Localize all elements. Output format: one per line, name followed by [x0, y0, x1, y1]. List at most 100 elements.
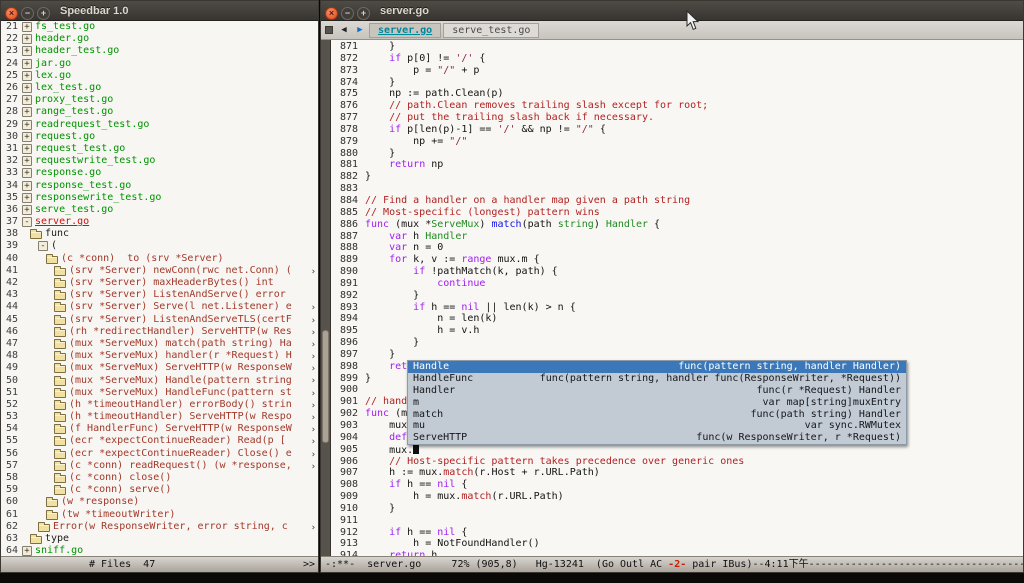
speedbar-label[interactable]: request_test.go — [35, 143, 125, 155]
completion-item[interactable]: mvar map[string]muxEntry — [408, 397, 906, 409]
code-line[interactable]: 874 } — [332, 77, 1023, 89]
expand-icon[interactable]: + — [22, 144, 32, 154]
expand-icon[interactable]: + — [22, 71, 32, 81]
code-line[interactable]: 876 // path.Clean removes trailing slash… — [332, 100, 1023, 112]
code-line[interactable]: 910 } — [332, 503, 1023, 515]
speedbar-label[interactable]: (ecr *expectContinueReader) Read(p [ — [69, 435, 286, 447]
speedbar-label[interactable]: (srv *Server) newConn(rwc net.Conn) ( — [69, 265, 292, 277]
speedbar-row[interactable]: 32+requestwrite_test.go — [1, 155, 318, 167]
folder-icon[interactable] — [54, 414, 66, 422]
speedbar-row[interactable]: 33+response.go — [1, 167, 318, 179]
expand-icon[interactable]: + — [22, 34, 32, 44]
folder-icon[interactable] — [54, 304, 66, 312]
speedbar-row[interactable]: 37-server.go — [1, 216, 318, 228]
speedbar-row[interactable]: 25+lex.go — [1, 70, 318, 82]
folder-icon[interactable] — [54, 365, 66, 373]
speedbar-titlebar[interactable]: ×−+ Speedbar 1.0 — [1, 1, 318, 21]
speedbar-label[interactable]: (mux *ServeMux) HandleFunc(pattern st — [69, 387, 292, 399]
speedbar-row[interactable]: 64+sniff.go — [1, 545, 318, 556]
code-line[interactable]: 891 continue — [332, 278, 1023, 290]
speedbar-row[interactable]: 48(mux *ServeMux) handler(r *Request) H› — [1, 350, 318, 362]
expand-icon[interactable]: + — [22, 156, 32, 166]
folder-icon[interactable] — [54, 353, 66, 361]
speedbar-row[interactable]: 54(f HandlerFunc) ServeHTTP(w ResponseW› — [1, 423, 318, 435]
speedbar-label[interactable]: (h *timeoutHandler) errorBody() strin — [69, 399, 292, 411]
code-line[interactable]: 873 p = "/" + p — [332, 65, 1023, 77]
speedbar-label[interactable]: (mux *ServeMux) ServeHTTP(w ResponseW — [69, 362, 292, 374]
tab-forward-icon[interactable]: ▶ — [353, 23, 367, 37]
speedbar-row[interactable]: 60(w *response) — [1, 496, 318, 508]
speedbar-label[interactable]: responsewrite_test.go — [35, 192, 161, 204]
folder-icon[interactable] — [46, 256, 58, 264]
minimize-button[interactable]: − — [21, 7, 34, 20]
code-line[interactable]: 905 mux. — [332, 444, 1023, 456]
speedbar-row[interactable]: 38func — [1, 228, 318, 240]
speedbar-label[interactable]: jar.go — [35, 58, 71, 70]
expand-icon[interactable]: + — [22, 132, 32, 142]
speedbar-label[interactable]: (ecr *expectContinueReader) Close() e — [69, 448, 292, 460]
speedbar-label[interactable]: (mux *ServeMux) handler(r *Request) H — [69, 350, 292, 362]
speedbar-label[interactable]: (mux *ServeMux) Handle(pattern string — [69, 375, 292, 387]
close-button[interactable]: × — [5, 7, 18, 20]
speedbar-row[interactable]: 46(rh *redirectHandler) ServeHTTP(w Res› — [1, 326, 318, 338]
code-line[interactable]: 885// Most-specific (longest) pattern wi… — [332, 207, 1023, 219]
speedbar-label[interactable]: ( — [51, 240, 57, 252]
speedbar-row[interactable]: 22+header.go — [1, 33, 318, 45]
speedbar-row[interactable]: 23+header_test.go — [1, 45, 318, 57]
expand-icon[interactable]: + — [22, 546, 32, 556]
collapse-icon[interactable]: - — [22, 217, 32, 227]
expand-icon[interactable]: + — [22, 205, 32, 215]
speedbar-row[interactable]: 50(mux *ServeMux) Handle(pattern string› — [1, 374, 318, 386]
completion-item[interactable]: ServeHTTPfunc(w ResponseWriter, r *Reque… — [408, 432, 906, 444]
expand-icon[interactable]: + — [22, 181, 32, 191]
speedbar-label[interactable]: (srv *Server) Serve(l net.Listener) e — [69, 301, 292, 313]
speedbar-label[interactable]: func — [45, 228, 69, 240]
speedbar-row[interactable]: 56(ecr *expectContinueReader) Close() e› — [1, 448, 318, 460]
speedbar-label[interactable]: requestwrite_test.go — [35, 155, 155, 167]
code-line[interactable]: 888 var n = 0 — [332, 242, 1023, 254]
close-button[interactable]: × — [325, 7, 338, 20]
speedbar-row[interactable]: 35+responsewrite_test.go — [1, 192, 318, 204]
tab-server-go[interactable]: server.go — [369, 23, 441, 38]
code-line[interactable]: 906 // Host-specific pattern takes prece… — [332, 456, 1023, 468]
expand-icon[interactable]: + — [22, 95, 32, 105]
speedbar-label[interactable]: (srv *Server) maxHeaderBytes() int — [69, 277, 274, 289]
speedbar-label[interactable]: (tw *timeoutWriter) — [61, 509, 175, 521]
expand-icon[interactable]: + — [22, 83, 32, 93]
expand-icon[interactable]: + — [22, 193, 32, 203]
expand-icon[interactable]: + — [22, 59, 32, 69]
code-line[interactable]: 890 if !pathMatch(k, path) { — [332, 266, 1023, 278]
speedbar-label[interactable]: (mux *ServeMux) match(path string) Ha — [69, 338, 292, 350]
speedbar-row[interactable]: 27+proxy_test.go — [1, 94, 318, 106]
speedbar-label[interactable]: response.go — [35, 167, 101, 179]
speedbar-row[interactable]: 62Error(w ResponseWriter, error string, … — [1, 521, 318, 533]
folder-icon[interactable] — [54, 438, 66, 446]
folder-icon[interactable] — [54, 329, 66, 337]
code-line[interactable]: 913 h = NotFoundHandler() — [332, 538, 1023, 550]
code-line[interactable]: 881 return np — [332, 159, 1023, 171]
code-line[interactable]: 892 } — [332, 290, 1023, 302]
tab-serve_test-go[interactable]: serve_test.go — [443, 23, 539, 38]
folder-icon[interactable] — [30, 536, 42, 544]
completion-item[interactable]: Handlerfunc(r *Request) Handler — [408, 385, 906, 397]
folder-icon[interactable] — [54, 341, 66, 349]
folder-icon[interactable] — [54, 292, 66, 300]
speedbar-row[interactable]: 51(mux *ServeMux) HandleFunc(pattern st› — [1, 387, 318, 399]
speedbar-row[interactable]: 47(mux *ServeMux) match(path string) Ha› — [1, 338, 318, 350]
code-line[interactable]: 871 } — [332, 41, 1023, 53]
folder-icon[interactable] — [54, 463, 66, 471]
speedbar-label[interactable]: (c *conn) serve() — [69, 484, 171, 496]
code-line[interactable]: 879 np += "/" — [332, 136, 1023, 148]
folder-icon[interactable] — [54, 390, 66, 398]
speedbar-row[interactable]: 63type — [1, 533, 318, 545]
code-line[interactable]: 894 n = len(k) — [332, 313, 1023, 325]
completion-item[interactable]: Handlefunc(pattern string, handler Handl… — [408, 361, 906, 373]
speedbar-row[interactable]: 57(c *conn) readRequest() (w *response,› — [1, 460, 318, 472]
code-line[interactable]: 886func (mux *ServeMux) match(path strin… — [332, 219, 1023, 231]
speedbar-label[interactable]: lex.go — [35, 70, 71, 82]
folder-icon[interactable] — [54, 402, 66, 410]
code-line[interactable]: 882} — [332, 171, 1023, 183]
folder-icon[interactable] — [54, 317, 66, 325]
completion-item[interactable]: muvar sync.RWMutex — [408, 420, 906, 432]
maximize-button[interactable]: + — [357, 7, 370, 20]
